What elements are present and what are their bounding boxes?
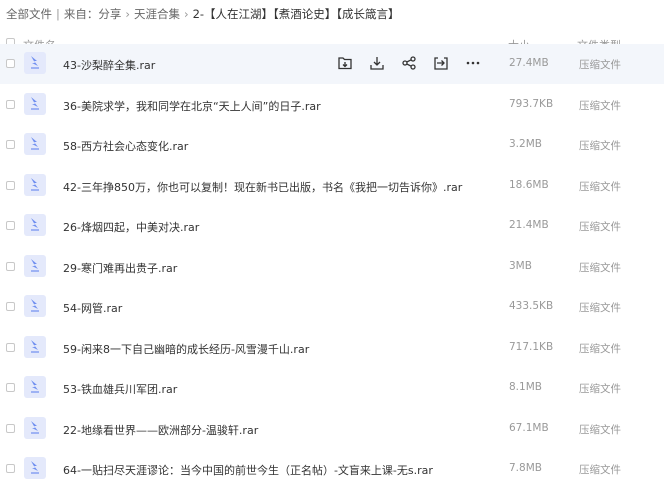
archive-file-icon <box>24 416 46 439</box>
file-type: 压缩文件 <box>579 261 621 274</box>
file-row[interactable]: 43-沙梨醉全集.rar 27.4MB 压缩文件 <box>0 44 664 84</box>
breadcrumb-from-share[interactable]: 来自：分享 <box>64 6 122 22</box>
file-name[interactable]: 58-西方社会心态变化.rar <box>63 138 188 154</box>
file-row[interactable]: 59-闲来8一下自己幽暗的成长经历-风雪漫千山.rar 717.1KB 压缩文件 <box>0 328 664 368</box>
file-name[interactable]: 53-铁血雄兵川军团.rar <box>63 381 177 397</box>
file-row[interactable]: 53-铁血雄兵川军团.rar 8.1MB 压缩文件 <box>0 368 664 408</box>
archive-file-icon <box>24 376 46 398</box>
file-size: 27.4MB <box>509 57 549 69</box>
file-name[interactable]: 22-地缘看世界——欧洲部分-温骏轩.rar <box>63 422 258 438</box>
file-name[interactable]: 43-沙梨醉全集.rar <box>63 57 155 73</box>
row-action-bar <box>337 55 497 71</box>
file-size: 7.8MB <box>509 462 542 474</box>
row-checkbox[interactable] <box>6 59 15 68</box>
download-icon[interactable] <box>369 55 385 71</box>
file-size: 21.4MB <box>509 219 549 231</box>
row-checkbox[interactable] <box>6 99 15 109</box>
file-row[interactable]: 58-西方社会心态变化.rar 3.2MB 压缩文件 <box>0 125 664 165</box>
share-icon[interactable] <box>401 55 417 71</box>
file-name[interactable]: 42-三年挣850万，你也可以复制！现在新书已出版，书名《我把一切告诉你》.ra… <box>63 179 462 195</box>
file-name[interactable]: 64-一贴扫尽天涯谬论：当今中国的前世今生（正名帖）-文盲来上课-无s.rar <box>63 462 433 478</box>
file-name[interactable]: 29-寒门难再出贵子.rar <box>63 260 177 276</box>
row-checkbox[interactable] <box>6 464 15 473</box>
row-checkbox[interactable] <box>6 423 15 433</box>
file-type: 压缩文件 <box>579 99 621 112</box>
file-size: 67.1MB <box>509 421 549 434</box>
row-checkbox[interactable] <box>6 180 15 190</box>
file-type: 压缩文件 <box>579 59 621 71</box>
file-type: 压缩文件 <box>579 464 621 476</box>
file-row[interactable]: 64-一贴扫尽天涯谬论：当今中国的前世今生（正名帖）-文盲来上课-无s.rar 7… <box>0 449 664 489</box>
file-size: 793.7KB <box>509 97 554 110</box>
file-size: 3MB <box>509 259 532 272</box>
file-row[interactable]: 36-美院求学，我和同学在北京“天上人间”的日子.rar 793.7KB 压缩文件 <box>0 85 664 125</box>
archive-file-icon <box>24 173 46 196</box>
file-type: 压缩文件 <box>579 180 621 193</box>
file-name[interactable]: 26-烽烟四起，中美对决.rar <box>63 219 199 235</box>
file-row[interactable]: 22-地缘看世界——欧洲部分-温骏轩.rar 67.1MB 压缩文件 <box>0 409 664 449</box>
file-row[interactable]: 29-寒门难再出贵子.rar 3MB 压缩文件 <box>0 247 664 287</box>
row-checkbox[interactable] <box>6 383 15 392</box>
file-type: 压缩文件 <box>579 383 621 395</box>
file-type: 压缩文件 <box>579 221 621 233</box>
file-type: 压缩文件 <box>579 342 621 355</box>
breadcrumb-separator: › <box>125 7 130 21</box>
archive-file-icon <box>24 92 46 115</box>
file-size: 18.6MB <box>509 178 549 191</box>
file-name[interactable]: 36-美院求学，我和同学在北京“天上人间”的日子.rar <box>63 98 321 114</box>
breadcrumb-current-folder: 2-【人在江湖】【煮酒论史】【成长箴言】 <box>192 7 400 21</box>
archive-file-icon <box>24 335 46 358</box>
file-row[interactable]: 26-烽烟四起，中美对决.rar 21.4MB 压缩文件 <box>0 206 664 246</box>
file-name[interactable]: 54-网管.rar <box>63 300 122 316</box>
archive-file-icon <box>24 52 46 74</box>
more-icon[interactable] <box>465 55 481 71</box>
file-type: 压缩文件 <box>579 140 621 152</box>
row-checkbox[interactable] <box>6 261 15 271</box>
file-size: 3.2MB <box>509 138 542 150</box>
breadcrumb-separator: | <box>56 7 60 21</box>
breadcrumb-separator: › <box>183 7 189 21</box>
archive-file-icon <box>24 457 46 479</box>
row-checkbox[interactable] <box>6 342 15 352</box>
file-type: 压缩文件 <box>579 423 621 436</box>
archive-file-icon <box>24 295 46 317</box>
archive-file-icon <box>24 133 46 155</box>
row-checkbox[interactable] <box>6 302 15 311</box>
row-checkbox[interactable] <box>6 221 15 230</box>
file-size: 8.1MB <box>509 381 542 393</box>
row-checkbox[interactable] <box>6 140 15 149</box>
breadcrumb-tianya-collection[interactable]: 天涯合集 <box>134 6 180 22</box>
file-size: 433.5KB <box>509 300 554 312</box>
breadcrumb: 全部文件 | 来自：分享 › 天涯合集 › 2-【人在江湖】【煮酒论史】【成长箴… <box>6 6 400 22</box>
save-icon[interactable] <box>337 55 353 71</box>
move-icon[interactable] <box>433 55 449 71</box>
file-size: 717.1KB <box>509 340 554 353</box>
file-row[interactable]: 54-网管.rar 433.5KB 压缩文件 <box>0 287 664 327</box>
archive-file-icon <box>24 254 46 277</box>
archive-file-icon <box>24 214 46 236</box>
file-type: 压缩文件 <box>579 302 621 314</box>
file-row[interactable]: 42-三年挣850万，你也可以复制！现在新书已出版，书名《我把一切告诉你》.ra… <box>0 166 664 206</box>
breadcrumb-all-files[interactable]: 全部文件 <box>6 6 52 22</box>
file-name[interactable]: 59-闲来8一下自己幽暗的成长经历-风雪漫千山.rar <box>63 341 309 357</box>
